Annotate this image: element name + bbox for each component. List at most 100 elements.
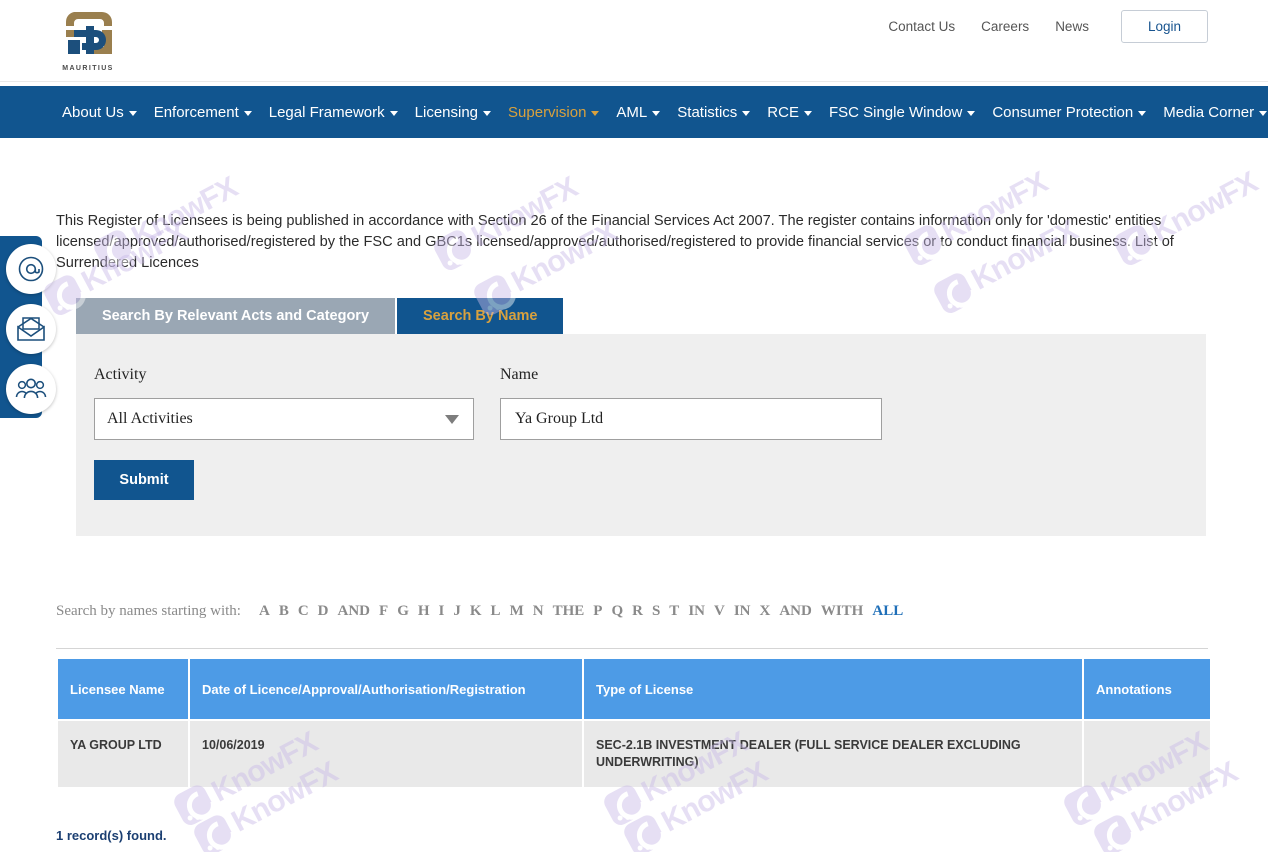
nav-item-legal-framework[interactable]: Legal Framework bbox=[269, 104, 398, 121]
watermark-logo-icon bbox=[1091, 812, 1137, 852]
alpha-link[interactable]: IN bbox=[688, 603, 705, 620]
watermark-logo-icon bbox=[171, 782, 217, 828]
alpha-link[interactable]: V bbox=[714, 603, 725, 620]
watermark-logo-icon bbox=[191, 812, 237, 852]
nav-label: Consumer Protection bbox=[992, 104, 1133, 121]
alpha-link[interactable]: B bbox=[279, 603, 289, 620]
alpha-link[interactable]: WITH bbox=[821, 603, 864, 620]
alpha-link[interactable]: P bbox=[593, 603, 602, 620]
tab-search-by-name[interactable]: Search By Name bbox=[397, 298, 563, 334]
activity-select-value: All Activities bbox=[107, 410, 193, 428]
utility-nav: Contact Us Careers News Login bbox=[888, 10, 1208, 43]
chevron-down-icon bbox=[591, 111, 599, 116]
alpha-link[interactable]: IN bbox=[734, 603, 751, 620]
alphabet-filter: Search by names starting with: A B C D A… bbox=[56, 603, 903, 620]
results-table-wrapper: Licensee Name Date of Licence/Approval/A… bbox=[56, 648, 1208, 789]
chevron-down-icon bbox=[1259, 111, 1267, 116]
nav-item-statistics[interactable]: Statistics bbox=[677, 104, 750, 121]
alpha-link[interactable]: D bbox=[318, 603, 329, 620]
chevron-down-icon bbox=[390, 111, 398, 116]
cell-annotations bbox=[1084, 721, 1210, 787]
results-table: Licensee Name Date of Licence/Approval/A… bbox=[56, 657, 1212, 789]
chevron-down-icon bbox=[1138, 111, 1146, 116]
at-sign-button[interactable] bbox=[6, 244, 56, 294]
chevron-down-icon bbox=[244, 111, 252, 116]
name-label: Name bbox=[500, 366, 538, 384]
nav-label: FSC Single Window bbox=[829, 104, 962, 121]
site-header: MAURITIUS Contact Us Careers News Login bbox=[0, 0, 1268, 82]
search-tabs: Search By Relevant Acts and Category Sea… bbox=[76, 298, 563, 334]
newsletter-button[interactable] bbox=[6, 304, 56, 354]
name-input[interactable] bbox=[500, 398, 882, 440]
chevron-down-icon bbox=[129, 111, 137, 116]
chevron-down-icon bbox=[967, 111, 975, 116]
alpha-link[interactable]: AND bbox=[338, 603, 371, 620]
nav-item-consumer-protection[interactable]: Consumer Protection bbox=[992, 104, 1146, 121]
alpha-link[interactable]: THE bbox=[553, 603, 585, 620]
nav-item-rce[interactable]: RCE bbox=[767, 104, 812, 121]
alpha-link[interactable]: N bbox=[533, 603, 544, 620]
alphabet-filter-label: Search by names starting with: bbox=[56, 603, 241, 620]
nav-label: Supervision bbox=[508, 104, 586, 121]
chevron-down-icon bbox=[483, 111, 491, 116]
community-button[interactable] bbox=[6, 364, 56, 414]
chevron-down-icon bbox=[445, 415, 459, 424]
top-link-contact-us[interactable]: Contact Us bbox=[888, 19, 955, 34]
alpha-link[interactable]: H bbox=[418, 603, 430, 620]
alpha-link[interactable]: L bbox=[491, 603, 501, 620]
alpha-link[interactable]: Q bbox=[611, 603, 623, 620]
login-button[interactable]: Login bbox=[1121, 10, 1208, 43]
alpha-link[interactable]: M bbox=[510, 603, 524, 620]
alpha-link[interactable]: F bbox=[379, 603, 388, 620]
alpha-link[interactable]: G bbox=[397, 603, 409, 620]
nav-label: RCE bbox=[767, 104, 799, 121]
fsc-logo[interactable]: MAURITIUS bbox=[56, 6, 120, 72]
column-header-annotations: Annotations bbox=[1084, 659, 1210, 719]
chevron-down-icon bbox=[742, 111, 750, 116]
nav-item-enforcement[interactable]: Enforcement bbox=[154, 104, 252, 121]
nav-item-fsc-single-window[interactable]: FSC Single Window bbox=[829, 104, 975, 121]
alpha-link[interactable]: C bbox=[298, 603, 309, 620]
nav-item-media-corner[interactable]: Media Corner bbox=[1163, 104, 1267, 121]
alpha-link[interactable]: T bbox=[669, 603, 679, 620]
nav-label: Statistics bbox=[677, 104, 737, 121]
submit-button[interactable]: Submit bbox=[94, 460, 194, 500]
cell-licensee-name: YA GROUP LTD bbox=[58, 721, 188, 787]
people-group-icon bbox=[15, 377, 47, 401]
nav-item-licensing[interactable]: Licensing bbox=[415, 104, 491, 121]
main-navigation: About Us Enforcement Legal Framework Lic… bbox=[0, 86, 1268, 138]
activity-select[interactable]: All Activities bbox=[94, 398, 474, 440]
alpha-link[interactable]: X bbox=[760, 603, 771, 620]
alpha-link[interactable]: K bbox=[470, 603, 482, 620]
nav-label: About Us bbox=[62, 104, 124, 121]
column-header-type-of-license: Type of License bbox=[584, 659, 1082, 719]
tab-search-by-acts-and-category[interactable]: Search By Relevant Acts and Category bbox=[76, 298, 395, 334]
alpha-link[interactable]: AND bbox=[779, 603, 812, 620]
nav-item-about-us[interactable]: About Us bbox=[62, 104, 137, 121]
watermark-logo-icon bbox=[1061, 782, 1107, 828]
alpha-link[interactable]: I bbox=[439, 603, 445, 620]
alpha-link[interactable]: S bbox=[652, 603, 660, 620]
table-header-row: Licensee Name Date of Licence/Approval/A… bbox=[58, 659, 1210, 719]
alpha-link-all[interactable]: ALL bbox=[872, 603, 903, 620]
nav-label: Enforcement bbox=[154, 104, 239, 121]
alpha-link[interactable]: R bbox=[632, 603, 643, 620]
alpha-link[interactable]: A bbox=[259, 603, 270, 620]
top-link-news[interactable]: News bbox=[1055, 19, 1089, 34]
logo-caption: MAURITIUS bbox=[56, 65, 120, 72]
cell-date: 10/06/2019 bbox=[190, 721, 582, 787]
intro-paragraph: This Register of Licensees is being publ… bbox=[56, 211, 1206, 274]
cell-type-of-license: SEC-2.1B INVESTMENT DEALER (FULL SERVICE… bbox=[584, 721, 1082, 787]
nav-item-supervision[interactable]: Supervision bbox=[508, 104, 599, 121]
fsc-monogram-icon bbox=[56, 6, 120, 62]
open-envelope-icon bbox=[16, 316, 46, 342]
record-count: 1 record(s) found. bbox=[56, 828, 167, 843]
nav-label: AML bbox=[616, 104, 647, 121]
activity-label: Activity bbox=[94, 366, 146, 384]
column-header-licensee-name: Licensee Name bbox=[58, 659, 188, 719]
nav-label: Legal Framework bbox=[269, 104, 385, 121]
top-link-careers[interactable]: Careers bbox=[981, 19, 1029, 34]
alpha-link[interactable]: J bbox=[453, 603, 461, 620]
nav-item-aml[interactable]: AML bbox=[616, 104, 660, 121]
at-sign-icon bbox=[17, 255, 45, 283]
